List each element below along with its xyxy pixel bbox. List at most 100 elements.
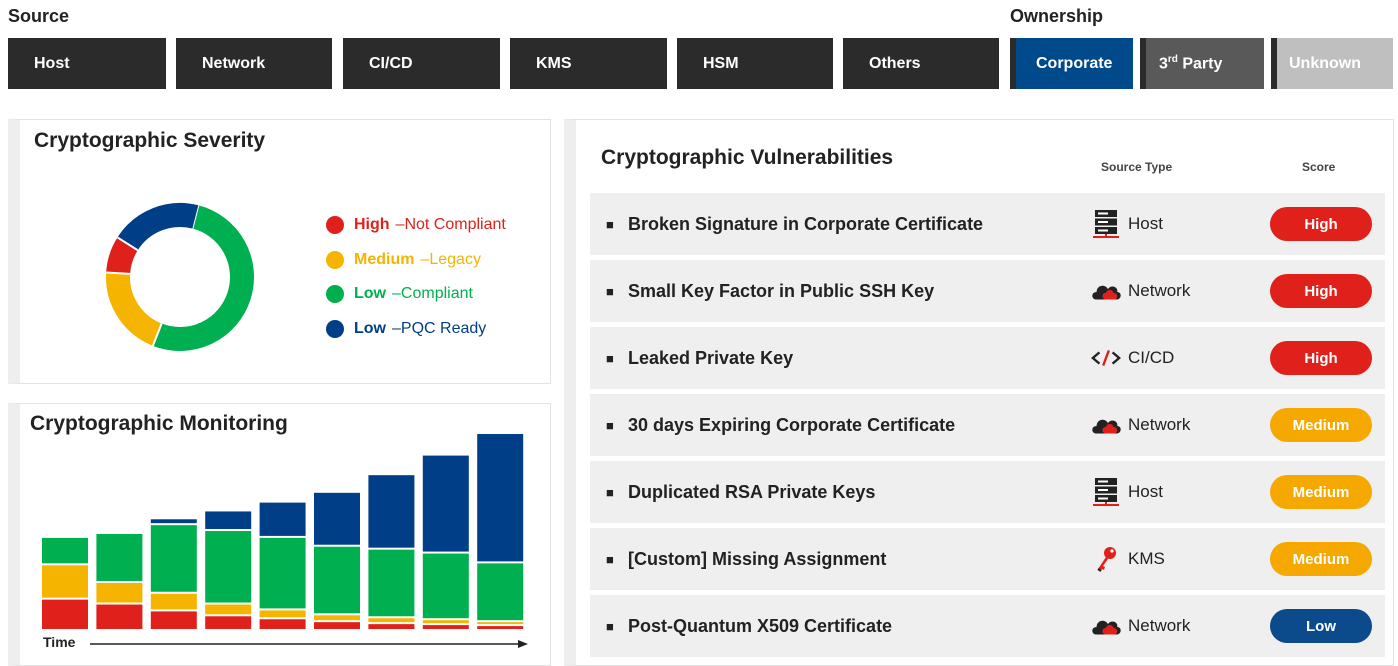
source-type: Network — [1090, 277, 1190, 305]
source-label: Source — [8, 6, 70, 26]
source-type-label: Host — [1128, 214, 1163, 233]
score-badge[interactable]: Medium — [1270, 542, 1372, 576]
filter-unknown-button[interactable]: Unknown — [1271, 38, 1393, 89]
stacked-bar-segment — [477, 626, 524, 629]
filter-others-label: Others — [869, 54, 921, 72]
vulnerability-row[interactable]: ■ 30 days Expiring Corporate Certificate N… — [590, 394, 1385, 456]
source-type: Host — [1090, 478, 1163, 506]
legend-dot-low-pqc — [326, 320, 344, 338]
stacked-bar-segment — [422, 455, 469, 552]
stacked-bar-segment — [477, 563, 524, 621]
filter-host-label: Host — [34, 54, 70, 72]
stacked-bar-segment — [205, 604, 252, 615]
score-badge[interactable]: High — [1270, 207, 1372, 241]
bullet-icon: ■ — [606, 551, 614, 567]
stacked-bar-segment — [150, 593, 197, 610]
stacked-bar-segment — [259, 502, 306, 536]
filter-cicd-button[interactable]: CI/CD — [343, 38, 500, 89]
stacked-bar-segment — [477, 434, 524, 562]
source-type-label: Host — [1128, 482, 1163, 501]
source-type: CI/CD — [1090, 344, 1174, 372]
column-score: Score — [1302, 160, 1336, 174]
stacked-bar-segment — [314, 546, 360, 614]
legend-dot-medium — [326, 251, 344, 269]
key-icon — [1090, 545, 1122, 573]
bullet-icon: ■ — [606, 484, 614, 500]
source-type: KMS — [1090, 545, 1165, 573]
stacked-bar-segment — [477, 622, 524, 625]
source-type-label: Network — [1128, 415, 1191, 434]
vulnerability-title: 30 days Expiring Corporate Certificate — [628, 414, 956, 435]
filter-kms-label: KMS — [536, 54, 572, 72]
stacked-bar-segment — [368, 549, 415, 617]
vulnerability-title: Post-Quantum X509 Certificate — [628, 615, 893, 636]
filter-hsm-button[interactable]: HSM — [677, 38, 833, 89]
monitoring-bar-chart — [42, 434, 528, 648]
score-badge[interactable]: High — [1270, 341, 1372, 375]
legend-high: High – Not Compliant — [326, 216, 506, 234]
severity-donut-chart — [106, 203, 254, 351]
server-icon — [1090, 478, 1122, 506]
stacked-bar-segment — [205, 511, 252, 530]
legend-medium: Medium – Legacy — [326, 251, 481, 269]
stacked-bar-segment — [422, 625, 469, 629]
donut-slice — [117, 203, 199, 251]
vulnerability-row[interactable]: ■ Duplicated RSA Private Keys Host Medium — [590, 461, 1385, 523]
cloud-icon — [1090, 277, 1122, 305]
score-badge[interactable]: High — [1270, 274, 1372, 308]
stacked-bar-segment — [42, 537, 88, 564]
source-type: Host — [1090, 210, 1163, 238]
legend-low-pqc: Low – PQC Ready — [326, 320, 486, 338]
score-badge[interactable]: Medium — [1270, 475, 1372, 509]
filter-third-party-label: 3rd Party — [1159, 53, 1223, 73]
legend-low-compliant: Low – Compliant — [326, 285, 473, 303]
vulnerability-row[interactable]: ■ [Custom] Missing Assignment KMS Medium — [590, 528, 1385, 590]
source-type-label: Network — [1128, 281, 1191, 300]
stacked-bar-segment — [205, 616, 252, 629]
stacked-bar-segment — [96, 582, 143, 603]
stacked-bar-segment — [150, 519, 197, 524]
source-type-label: KMS — [1128, 549, 1165, 568]
filter-host-button[interactable]: Host — [8, 38, 166, 89]
column-source-type: Source Type — [1101, 160, 1173, 174]
stacked-bar-segment — [314, 615, 360, 621]
vulnerability-title: Leaked Private Key — [628, 347, 794, 368]
legend-dot-low-compliant — [326, 285, 344, 303]
score-badge[interactable]: Medium — [1270, 408, 1372, 442]
filter-third-party-button[interactable]: 3rd Party — [1140, 38, 1264, 89]
stacked-bar-segment — [150, 525, 197, 592]
stacked-bar-segment — [259, 537, 306, 609]
filter-unknown-label: Unknown — [1289, 54, 1361, 72]
server-icon — [1090, 210, 1122, 238]
filter-hsm-label: HSM — [703, 54, 739, 72]
bullet-icon: ■ — [606, 283, 614, 299]
stacked-bar-segment — [96, 533, 143, 581]
vulnerability-row[interactable]: ■ Broken Signature in Corporate Certifica… — [590, 193, 1385, 255]
donut-slice — [106, 237, 139, 275]
filter-others-button[interactable]: Others — [843, 38, 999, 89]
cloud-icon — [1090, 411, 1122, 439]
ownership-label: Ownership — [1010, 6, 1104, 26]
filter-corporate-button[interactable]: Corporate — [1010, 38, 1133, 89]
source-type: Network — [1090, 612, 1190, 640]
filter-kms-button[interactable]: KMS — [510, 38, 667, 89]
vulnerability-row[interactable]: ■ Leaked Private Key CI/CD High — [590, 327, 1385, 389]
bullet-icon: ■ — [606, 350, 614, 366]
severity-title: Cryptographic Severity — [34, 129, 266, 152]
vulnerabilities-title: Cryptographic Vulnerabilities — [601, 146, 894, 169]
vulnerability-row[interactable]: ■ Small Key Factor in Public SSH Key Netwo… — [590, 260, 1385, 322]
stacked-bar-segment — [205, 531, 252, 603]
donut-slice — [152, 205, 254, 351]
filter-network-button[interactable]: Network — [176, 38, 332, 89]
vulnerability-title: Broken Signature in Corporate Certificat… — [628, 213, 984, 234]
vulnerability-title: Small Key Factor in Public SSH Key — [628, 280, 935, 301]
cloud-icon — [1090, 612, 1122, 640]
stacked-bar-segment — [259, 610, 306, 618]
stacked-bar-segment — [150, 611, 197, 629]
stacked-bar-segment — [368, 618, 415, 623]
vulnerability-title: Duplicated RSA Private Keys — [628, 481, 876, 502]
time-axis-arrowhead — [518, 640, 528, 648]
vulnerability-title: [Custom] Missing Assignment — [628, 548, 887, 569]
score-badge[interactable]: Low — [1270, 609, 1372, 643]
vulnerability-row[interactable]: ■ Post-Quantum X509 Certificate Network Low — [590, 595, 1385, 657]
